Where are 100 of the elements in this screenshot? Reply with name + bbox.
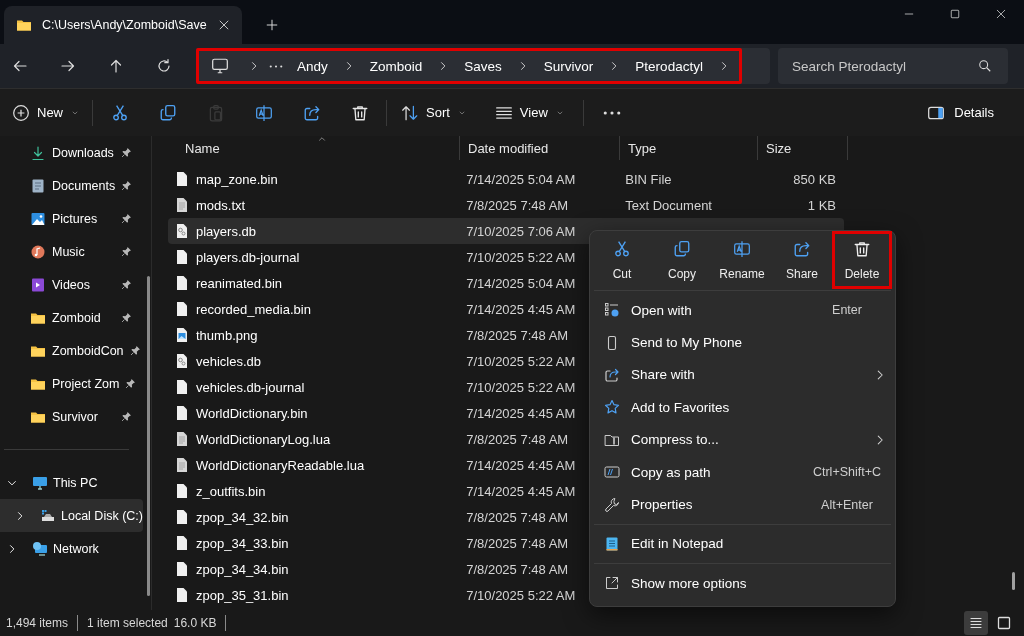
breadcrumb[interactable]: Saves	[454, 53, 512, 79]
type-cell: Text Document	[625, 197, 712, 213]
column-header[interactable]: Name	[168, 136, 460, 160]
sort-caret-icon	[317, 134, 327, 144]
scissors-icon	[111, 103, 129, 122]
sidebar-item[interactable]: Downloads	[0, 136, 142, 169]
breadcrumb[interactable]: Andy	[287, 53, 338, 79]
text-file-icon	[174, 431, 190, 447]
scissors-icon	[613, 239, 631, 258]
file-icon	[174, 171, 190, 187]
sort-button[interactable]: Sort	[393, 95, 475, 130]
monitor-icon	[211, 57, 229, 75]
menu-item[interactable]: Send to My Phone	[590, 326, 895, 359]
text-file-icon	[174, 197, 190, 213]
tree-item[interactable]: Local Disk (C:)	[0, 499, 143, 532]
sidebar-item[interactable]: Documents	[0, 169, 142, 202]
pin-icon	[129, 345, 141, 356]
date-cell: 7/10/2025 5:22 AM	[466, 249, 576, 265]
more-icon	[602, 110, 621, 115]
refresh-icon	[156, 58, 172, 74]
delete-button[interactable]: Delete	[832, 231, 892, 289]
search-icon	[978, 59, 992, 73]
details-view-button[interactable]	[964, 611, 988, 635]
scrollbar-thumb[interactable]	[1012, 572, 1015, 590]
breadcrumb[interactable]: Survivor	[533, 53, 604, 79]
db-file-icon	[174, 353, 190, 369]
column-header[interactable]: Date modified	[460, 136, 620, 160]
file-icon	[174, 561, 190, 577]
type-cell: BIN File	[625, 171, 672, 187]
size-cell: 1 KB	[807, 197, 836, 213]
shortcut-label: Ctrl+Shift+C	[811, 465, 883, 480]
tiles-view-icon	[996, 615, 1012, 631]
menu-item[interactable]: Share with	[590, 358, 895, 392]
address-bar[interactable]: Andy Zomboid Saves Survivor Pterodactyl	[196, 48, 770, 84]
date-cell: 7/14/2025 5:04 AM	[466, 275, 576, 291]
sidebar-item[interactable]: ZomboidCon	[0, 334, 142, 367]
file-icon	[174, 379, 190, 395]
menu-item[interactable]: Copy as path Ctrl+Shift+C	[590, 455, 895, 489]
date-cell: 7/14/2025 5:04 AM	[466, 171, 576, 187]
monitor-icon	[32, 474, 48, 491]
share-icon	[604, 366, 620, 383]
sidebar-item[interactable]: Zomboid	[0, 301, 142, 334]
plus-icon	[265, 18, 279, 32]
rename-icon	[255, 103, 273, 122]
trash-icon	[351, 103, 369, 122]
network-icon	[32, 540, 48, 557]
file-icon	[174, 535, 190, 551]
menu-item[interactable]: Show more options	[590, 567, 895, 600]
pictures-icon	[30, 210, 46, 227]
tree-item[interactable]: This PC	[0, 466, 143, 499]
column-header[interactable]: Type	[620, 136, 758, 160]
file-icon	[174, 483, 190, 499]
pin-icon	[121, 246, 132, 257]
copy-icon	[673, 239, 691, 258]
menu-item[interactable]: Compress to...	[590, 423, 895, 456]
db-file-icon	[174, 223, 190, 239]
breadcrumb[interactable]: Pterodactyl	[625, 53, 713, 79]
menu-item[interactable]: Open with Enter	[590, 294, 895, 327]
file-icon	[174, 301, 190, 317]
tree-item[interactable]: Network	[0, 532, 143, 565]
breadcrumb[interactable]: Zomboid	[359, 53, 433, 79]
file-name: recorded_media.bin	[196, 301, 311, 317]
text-file-icon	[174, 457, 190, 473]
back-arrow-icon	[12, 58, 28, 74]
file-name: WorldDictionaryLog.lua	[196, 431, 331, 447]
file-name: players.db	[196, 223, 256, 239]
selection-size: 16.0 KB	[173, 616, 217, 630]
open-with-icon	[604, 302, 620, 319]
sidebar-item[interactable]: Project Zom	[0, 367, 142, 400]
view-button[interactable]: View	[486, 95, 573, 130]
file-row[interactable]: mods.txt 7/8/2025 7:48 AM Text Document 1 KB	[168, 192, 844, 218]
sidebar-item[interactable]: Pictures	[0, 202, 142, 235]
details-button[interactable]: Details	[921, 95, 1000, 130]
plus-circle-icon	[12, 103, 30, 122]
size-cell: 850 KB	[793, 171, 836, 187]
window-tab[interactable]: C:\Users\Andy\Zomboid\Save	[4, 6, 242, 44]
video-icon	[30, 276, 46, 293]
file-name: z_outfits.bin	[196, 483, 266, 499]
new-button[interactable]: New	[6, 95, 86, 130]
sort-icon	[401, 103, 419, 122]
sidebar-item[interactable]: Survivor	[0, 400, 142, 433]
menu-item[interactable]: Properties Alt+Enter	[590, 488, 895, 521]
sidebar-item[interactable]: Videos	[0, 268, 142, 301]
sidebar-item[interactable]: Music	[0, 235, 142, 268]
menu-item[interactable]: Add to Favorites	[590, 391, 895, 424]
selection-info: 1 item selected	[87, 616, 168, 630]
file-name: reanimated.bin	[196, 275, 282, 291]
drive-icon	[40, 507, 56, 524]
date-cell: 7/8/2025 7:48 AM	[466, 561, 569, 577]
file-icon	[174, 509, 190, 525]
share-icon	[303, 103, 321, 122]
file-row[interactable]: map_zone.bin 7/14/2025 5:04 AM BIN File 850 KB	[168, 166, 844, 192]
menu-item[interactable]: Edit in Notepad	[590, 527, 895, 561]
expand-icon	[604, 575, 620, 592]
search-field[interactable]: Search Pterodactyl	[778, 48, 1008, 84]
scrollbar-thumb[interactable]	[147, 276, 150, 596]
forward-arrow-icon	[60, 58, 76, 74]
more-icon	[269, 64, 283, 68]
column-header[interactable]: Size	[758, 136, 848, 160]
date-cell: 7/14/2025 4:45 AM	[466, 483, 576, 499]
